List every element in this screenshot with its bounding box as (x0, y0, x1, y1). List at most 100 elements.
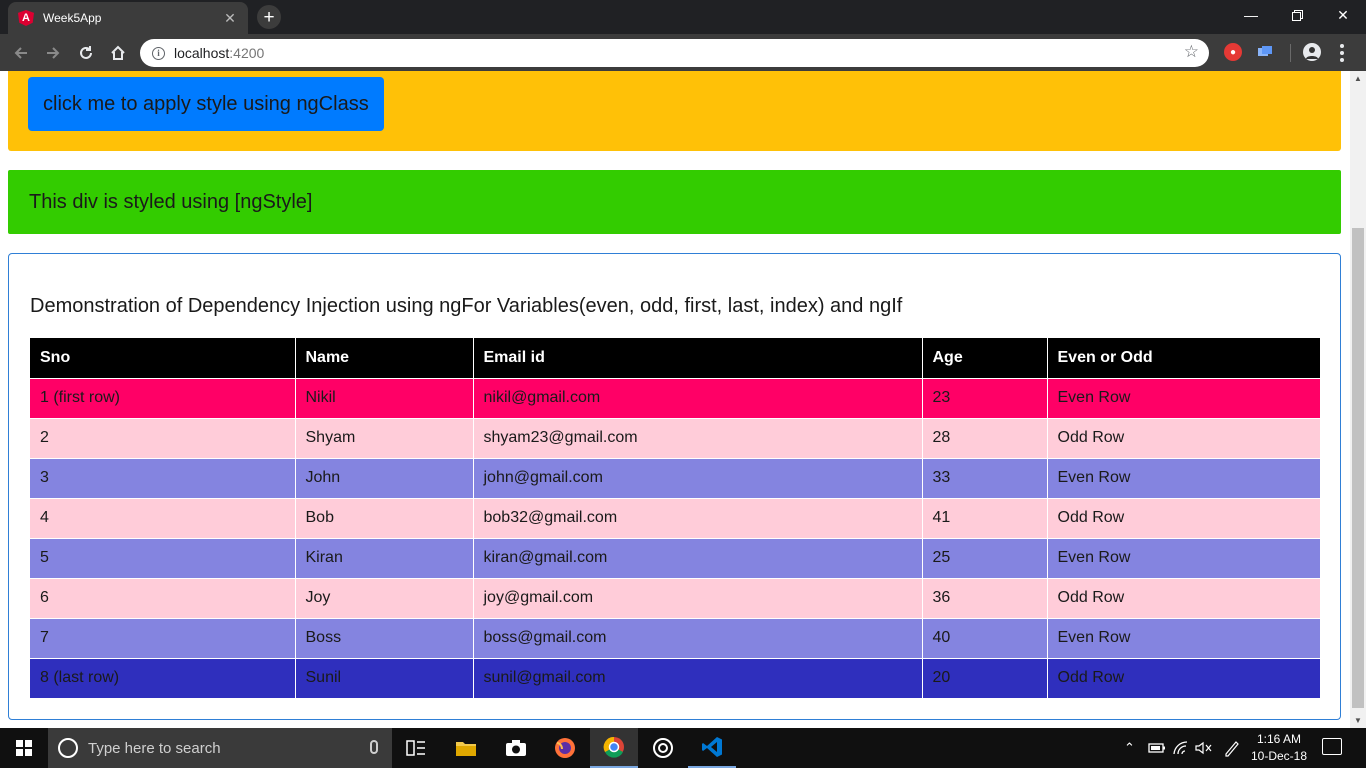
cell-name: Shyam (295, 417, 474, 458)
windows-logo-icon (16, 740, 32, 756)
cell-email: sunil@gmail.com (473, 657, 923, 698)
cell-age: 40 (922, 617, 1048, 658)
cell-name: Bob (295, 497, 474, 538)
angular-favicon-icon: A (18, 10, 34, 26)
ngstyle-text: This div is styled using [ngStyle] (29, 190, 313, 213)
close-tab-icon[interactable]: ✕ (222, 10, 238, 26)
header-age: Age (922, 338, 1048, 378)
cell-parity: Odd Row (1047, 577, 1320, 618)
windows-taskbar: Type here to search ⌃ 1:16 AM 10-Dec-18 (0, 728, 1366, 768)
cell-parity: Even Row (1047, 537, 1320, 578)
task-view-icon[interactable] (392, 728, 440, 768)
table-row: 7 Boss boss@gmail.com 40 Even Row (30, 617, 1320, 658)
table-row: 5 Kiran kiran@gmail.com 25 Even Row (30, 537, 1320, 578)
table-row: 2 Shyam shyam23@gmail.com 28 Odd Row (30, 417, 1320, 458)
file-explorer-icon[interactable] (442, 728, 490, 768)
browser-toolbar: i localhost:4200 ☆ ● (0, 34, 1366, 71)
tab-title: Week5App (43, 11, 102, 25)
battery-icon[interactable] (1148, 728, 1166, 768)
scroll-thumb[interactable] (1352, 228, 1364, 708)
scroll-up-arrow-icon[interactable]: ▲ (1354, 74, 1362, 83)
page-viewport: click me to apply style using ngClass Th… (0, 71, 1350, 728)
cell-name: Nikil (295, 377, 474, 418)
cell-sno: 5 (30, 537, 296, 578)
browser-tab[interactable]: A Week5App ✕ (8, 2, 248, 34)
cell-name: Joy (295, 577, 474, 618)
profile-avatar[interactable] (1303, 43, 1321, 61)
back-arrow-icon[interactable] (8, 40, 34, 66)
toolbar-divider (1290, 44, 1291, 62)
table-row: 4 Bob bob32@gmail.com 41 Odd Row (30, 497, 1320, 538)
cell-sno: 2 (30, 417, 296, 458)
microphone-icon[interactable] (370, 740, 378, 754)
users-table: Sno Name Email id Age Even or Odd 1 (fir… (30, 338, 1320, 698)
cell-name: Boss (295, 617, 474, 658)
ngstyle-panel: This div is styled using [ngStyle] (8, 170, 1341, 234)
cell-age: 33 (922, 457, 1048, 498)
restore-icon[interactable] (1274, 0, 1320, 30)
header-sno: Sno (30, 338, 296, 378)
cell-age: 28 (922, 417, 1048, 458)
cell-parity: Even Row (1047, 457, 1320, 498)
cell-email: shyam23@gmail.com (473, 417, 923, 458)
table-row: 6 Joy joy@gmail.com 36 Odd Row (30, 577, 1320, 618)
firefox-icon[interactable] (541, 728, 589, 768)
cell-age: 36 (922, 577, 1048, 618)
bookmark-star-icon[interactable]: ☆ (1184, 42, 1199, 62)
clock-time: 1:16 AM (1256, 732, 1302, 746)
home-icon[interactable] (105, 40, 131, 66)
cell-age: 25 (922, 537, 1048, 578)
cell-email: joy@gmail.com (473, 577, 923, 618)
camera-icon[interactable] (492, 728, 540, 768)
forward-arrow-icon[interactable] (40, 40, 66, 66)
cell-email: boss@gmail.com (473, 617, 923, 658)
groove-music-icon[interactable] (639, 728, 687, 768)
cell-parity: Odd Row (1047, 657, 1320, 698)
address-bar[interactable]: i localhost:4200 ☆ (140, 39, 1209, 67)
volume-muted-icon[interactable] (1195, 728, 1213, 768)
cell-sno: 8 (last row) (30, 657, 296, 698)
search-placeholder: Type here to search (88, 739, 221, 757)
header-even-odd: Even or Odd (1047, 338, 1320, 378)
start-button[interactable] (0, 728, 48, 768)
cell-name: John (295, 457, 474, 498)
vs-code-icon[interactable] (688, 728, 736, 768)
cell-sno: 1 (first row) (30, 377, 296, 418)
taskbar-clock[interactable]: 1:16 AM 10-Dec-18 (1248, 731, 1310, 765)
clock-date: 10-Dec-18 (1250, 749, 1308, 763)
cell-name: Kiran (295, 537, 474, 578)
cell-name: Sunil (295, 657, 474, 698)
url-text: localhost:4200 (174, 45, 265, 61)
wifi-icon[interactable] (1172, 728, 1190, 768)
site-info-icon[interactable]: i (152, 46, 165, 60)
cell-sno: 3 (30, 457, 296, 498)
cortana-icon (58, 738, 78, 758)
action-center-icon[interactable] (1322, 738, 1342, 755)
cell-email: john@gmail.com (473, 457, 923, 498)
extension-shield-icon[interactable]: ● (1224, 43, 1242, 61)
new-tab-button[interactable]: + (257, 5, 281, 29)
cell-email: kiran@gmail.com (473, 537, 923, 578)
pen-workspace-icon[interactable] (1223, 728, 1241, 768)
scroll-down-arrow-icon[interactable]: ▼ (1354, 716, 1362, 725)
close-window-icon[interactable]: ✕ (1320, 0, 1366, 30)
header-email: Email id (473, 338, 923, 378)
page-scrollbar[interactable]: ▲ ▼ (1350, 71, 1366, 728)
chrome-menu-icon[interactable] (1335, 42, 1349, 64)
taskbar-search[interactable]: Type here to search (48, 728, 392, 768)
cell-email: bob32@gmail.com (473, 497, 923, 538)
table-row: 8 (last row) Sunil sunil@gmail.com 20 Od… (30, 657, 1320, 698)
show-hidden-icons-icon[interactable]: ⌃ (1124, 728, 1135, 768)
cell-parity: Odd Row (1047, 417, 1320, 458)
minimize-icon[interactable]: — (1228, 0, 1274, 30)
apply-ngclass-button[interactable]: click me to apply style using ngClass (28, 77, 384, 131)
chrome-icon[interactable] (590, 728, 638, 768)
users-card: Demonstration of Dependency Injection us… (8, 253, 1341, 720)
extension-cast-icon[interactable] (1256, 43, 1274, 61)
cell-parity: Even Row (1047, 617, 1320, 658)
browser-tab-bar: A Week5App ✕ + — ✕ (0, 0, 1366, 34)
cell-age: 23 (922, 377, 1048, 418)
reload-icon[interactable] (73, 40, 99, 66)
card-title: Demonstration of Dependency Injection us… (30, 295, 903, 317)
cell-sno: 6 (30, 577, 296, 618)
